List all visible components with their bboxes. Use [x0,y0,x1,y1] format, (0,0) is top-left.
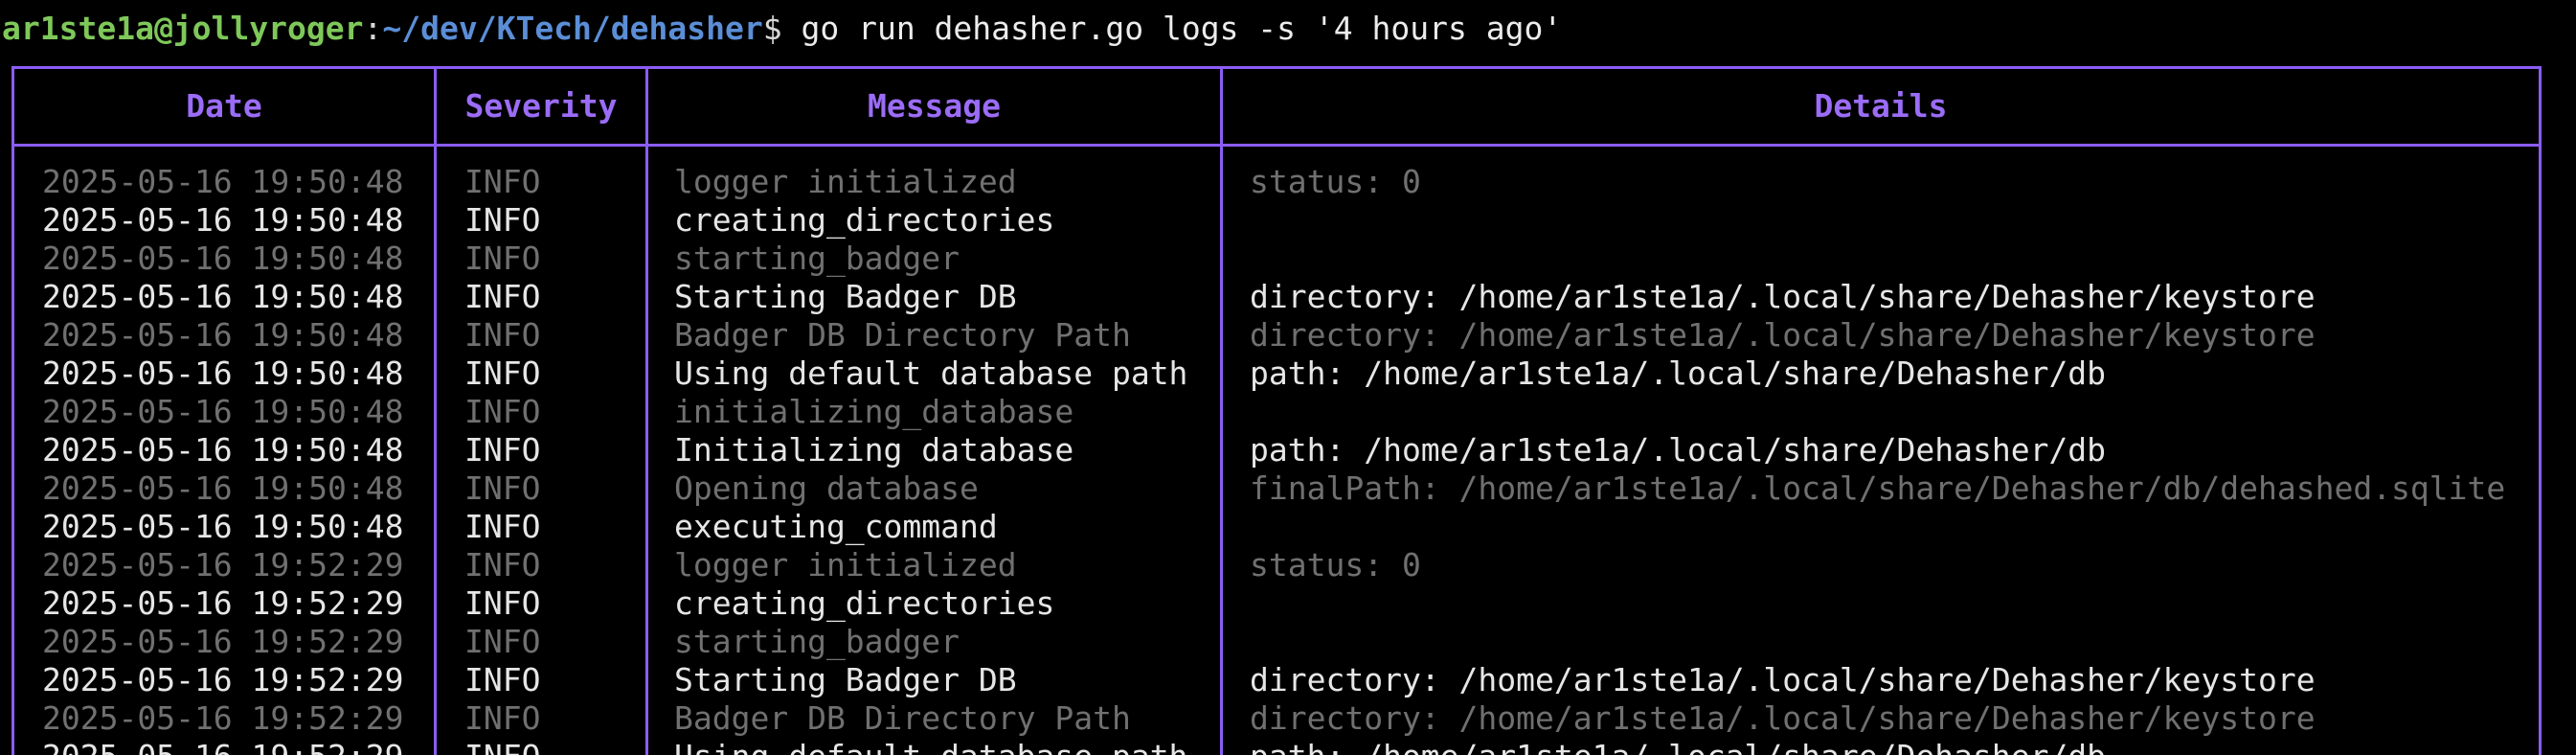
prompt-user-host: ar1ste1a@jollyroger [2,10,364,47]
cell-message: creating_directories [674,584,1055,622]
cell-date: 2025-05-16 19:50:48 [42,201,404,239]
cell-severity: INFO [464,393,541,430]
cell-date: 2025-05-16 19:52:29 [42,738,404,755]
table-header: Date Severity Message Details [14,69,2539,144]
cell-date: 2025-05-16 19:50:48 [42,316,404,354]
cell-message: creating_directories [674,201,1055,239]
cell-message: executing_command [674,508,998,545]
cell-message: Opening database [674,469,979,507]
cell-date: 2025-05-16 19:50:48 [42,431,404,469]
cell-date: 2025-05-16 19:52:29 [42,623,404,660]
cell-severity: INFO [464,163,541,200]
cell-details: path: /home/ar1ste1a/.local/share/Dehash… [1250,355,2107,392]
cell-message: logger initialized [674,163,1017,200]
cell-date: 2025-05-16 19:50:48 [42,393,404,430]
cell-details: directory: /home/ar1ste1a/.local/share/D… [1250,699,2316,737]
cell-severity: INFO [464,355,541,392]
cell-details: directory: /home/ar1ste1a/.local/share/D… [1250,661,2316,698]
table-row: 2025-05-16 19:52:29 INFO Badger DB Directo… [14,699,2539,738]
table-row: 2025-05-16 19:52:29 INFO Starting Badger D… [14,661,2539,699]
table-row: 2025-05-16 19:50:48 INFO logger initialize… [14,163,2539,201]
table-row: 2025-05-16 19:50:48 INFO Using default dat… [14,355,2539,393]
cell-date: 2025-05-16 19:52:29 [42,661,404,698]
cell-date: 2025-05-16 19:50:48 [42,278,404,315]
cell-message: logger initialized [674,546,1017,583]
cell-details: path: /home/ar1ste1a/.local/share/Dehash… [1250,431,2107,469]
cell-severity: INFO [464,278,541,315]
log-table: Date Severity Message Details 2025-05-16… [11,66,2542,755]
cell-severity: INFO [464,508,541,545]
cell-severity: INFO [464,584,541,622]
table-row: 2025-05-16 19:50:48 INFO executing_command [14,508,2539,546]
cell-details: finalPath: /home/ar1ste1a/.local/share/D… [1250,469,2506,507]
shell-prompt: ar1ste1a@jollyroger:~/dev/KTech/dehasher… [2,8,1562,50]
header-details: Details [1814,87,1948,125]
cell-details: path: /home/ar1ste1a/.local/share/Dehash… [1250,738,2106,755]
cell-message: starting_badger [674,623,960,660]
table-row: 2025-05-16 19:52:29 INFO creating_director… [14,584,2539,623]
cell-severity: INFO [464,738,540,755]
cell-message: starting_badger [674,240,960,277]
cell-message: Badger DB Directory Path [674,699,1131,737]
header-date: Date [186,87,262,125]
cell-severity: INFO [464,316,541,354]
cell-severity: INFO [464,661,541,698]
cell-message: Using default database path [674,355,1188,392]
table-row: 2025-05-16 19:50:48 INFO creating_director… [14,201,2539,240]
table-row: 2025-05-16 19:50:48 INFO starting_badger [14,240,2539,278]
table-row: 2025-05-16 19:52:29 INFO Using default dat… [14,738,2539,755]
cell-severity: INFO [464,623,541,660]
table-row: 2025-05-16 19:50:48 INFO Badger DB Directo… [14,316,2539,355]
cell-details: directory: /home/ar1ste1a/.local/share/D… [1250,316,2316,354]
cell-message: Badger DB Directory Path [674,316,1131,354]
table-row: 2025-05-16 19:50:48 INFO Opening database f… [14,469,2539,508]
table-row: 2025-05-16 19:50:48 INFO Initializing data… [14,431,2539,469]
cell-message: Starting Badger DB [674,278,1017,315]
header-severity: Severity [464,87,618,125]
cell-message: Using default database path [674,738,1187,755]
cell-date: 2025-05-16 19:52:29 [42,699,404,737]
cell-message: Starting Badger DB [674,661,1017,698]
table-row: 2025-05-16 19:50:48 INFO initializing_data… [14,393,2539,431]
cell-date: 2025-05-16 19:50:48 [42,163,404,200]
cell-details: directory: /home/ar1ste1a/.local/share/D… [1250,278,2316,315]
table-row: 2025-05-16 19:52:29 INFO starting_badger [14,623,2539,661]
cell-message: Initializing database [674,431,1074,469]
cell-severity: INFO [464,201,541,239]
cell-details: status: 0 [1250,546,1421,583]
cell-severity: INFO [464,431,541,469]
cell-message: initializing_database [674,393,1074,430]
cell-date: 2025-05-16 19:52:29 [42,546,404,583]
table-body: 2025-05-16 19:50:48 INFO logger initialize… [14,163,2539,755]
cell-date: 2025-05-16 19:50:48 [42,355,404,392]
prompt-path: ~/dev/KTech/dehasher [382,10,763,47]
header-message: Message [867,87,1002,125]
cell-date: 2025-05-16 19:50:48 [42,508,404,545]
cell-date: 2025-05-16 19:50:48 [42,240,404,277]
prompt-dollar: $ [762,10,782,47]
prompt-command: go run dehasher.go logs -s '4 hours ago' [781,10,1563,47]
cell-details: status: 0 [1250,163,1421,200]
table-row: 2025-05-16 19:50:48 INFO Starting Badger D… [14,278,2539,316]
cell-severity: INFO [464,240,541,277]
header-divider [14,144,2539,147]
cell-severity: INFO [464,469,541,507]
cell-severity: INFO [464,699,541,737]
prompt-colon: : [363,10,383,47]
cell-date: 2025-05-16 19:52:29 [42,584,404,622]
cell-date: 2025-05-16 19:50:48 [42,469,404,507]
table-row: 2025-05-16 19:52:29 INFO logger initialize… [14,546,2539,584]
cell-severity: INFO [464,546,541,583]
